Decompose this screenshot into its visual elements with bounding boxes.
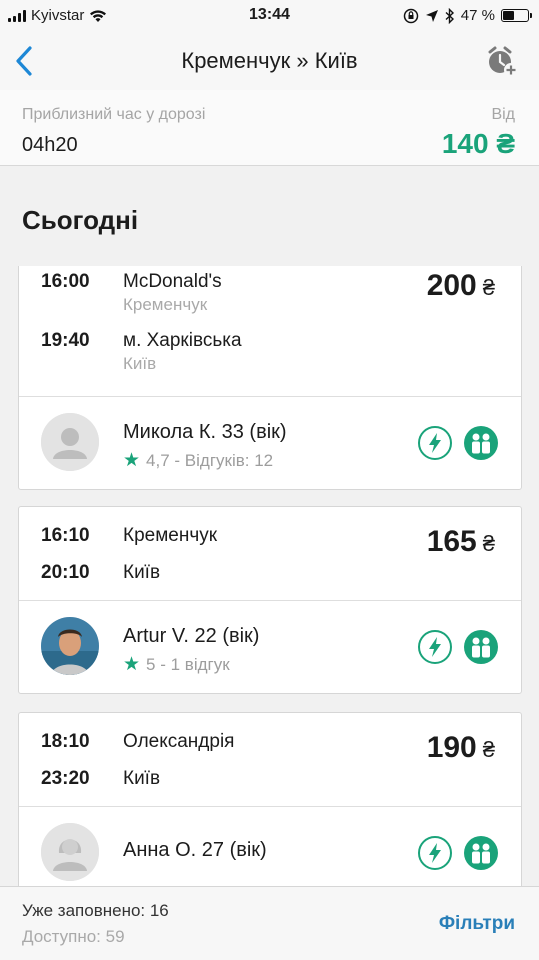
star-icon: ★: [123, 654, 141, 675]
price-value: 190: [426, 731, 477, 764]
driver-info[interactable]: Микола К. 33 (вік) ★ 4,7 - Відгуків: 12: [19, 397, 521, 489]
avatar: [41, 823, 99, 881]
user-photo: [41, 617, 99, 675]
passengers-icon: [464, 630, 498, 664]
trip-card[interactable]: 16:10 Кременчук 20:10 Київ 165 ₴ Artur V.…: [18, 506, 522, 694]
instant-booking-icon: [418, 630, 452, 664]
battery-icon: [501, 9, 532, 22]
status-right: 47 %: [403, 7, 532, 24]
alarm-add-icon: [488, 46, 518, 77]
seats-available-text: Доступно: 59: [22, 927, 125, 946]
page-title: Кременчук » Київ: [181, 48, 358, 73]
arrival-time: 19:40: [41, 330, 90, 351]
trip-summary: Приблизний час у дорозі 04h20 Від 140 ₴: [0, 90, 539, 166]
passengers-icon: [464, 836, 498, 870]
trip-price: 190 ₴: [427, 731, 495, 765]
trip-route: 16:00 McDonald's Кременчук 19:40 м. Харк…: [19, 266, 521, 397]
driver-name: Анна О. 27 (вік): [123, 839, 267, 861]
trip-price: 165 ₴: [427, 525, 495, 559]
instant-booking-icon: [418, 836, 452, 870]
section-title-today: Сьогодні: [22, 205, 139, 235]
avatar: [41, 617, 99, 675]
departure-place: Кременчук: [123, 525, 218, 546]
departure-time: 16:00: [41, 271, 90, 292]
arrival-time: 23:20: [41, 768, 90, 789]
arrival-place: Київ: [123, 768, 161, 789]
departure-city: Кременчук: [123, 295, 208, 314]
user-placeholder-icon: [41, 413, 99, 471]
bluetooth-icon: [445, 7, 454, 24]
footer-bar: Уже заповнено: 16 Доступно: 59 Фільтри: [0, 886, 539, 960]
driver-info[interactable]: Анна О. 27 (вік): [19, 807, 521, 886]
driver-rating: ★ 4,7 - Відгуків: 12: [123, 449, 273, 472]
passengers-icon: [464, 426, 498, 460]
arrival-city: Київ: [123, 354, 157, 373]
rating-text: 5 - 1 відгук: [146, 655, 230, 674]
currency-symbol: ₴: [482, 275, 495, 300]
price-value: 200: [426, 269, 477, 302]
status-bar: Kyivstar 13:44 47 %: [0, 0, 539, 32]
rotation-lock-icon: [403, 8, 419, 23]
user-placeholder-female-icon: [41, 823, 99, 881]
price-from-label: Від: [491, 106, 515, 123]
trip-list[interactable]: 16:00 McDonald's Кременчук 19:40 м. Харк…: [0, 266, 539, 886]
driver-name: Artur V. 22 (вік): [123, 625, 260, 647]
filters-button[interactable]: Фільтри: [439, 913, 515, 935]
currency-symbol: ₴: [482, 737, 495, 762]
arrival-time: 20:10: [41, 562, 90, 583]
rating-text: 4,7 - Відгуків: 12: [146, 451, 274, 470]
battery-percent: 47 %: [460, 7, 495, 24]
trip-card[interactable]: 16:00 McDonald's Кременчук 19:40 м. Харк…: [18, 266, 522, 490]
driver-info[interactable]: Artur V. 22 (вік) ★ 5 - 1 відгук: [19, 601, 521, 693]
arrival-place: Київ: [123, 562, 161, 583]
price-from-value: 140 ₴: [441, 128, 515, 159]
departure-time: 18:10: [41, 731, 90, 752]
driver-name: Микола К. 33 (вік): [123, 421, 287, 443]
currency-symbol: ₴: [482, 531, 495, 556]
driver-rating: ★ 5 - 1 відгук: [123, 653, 230, 676]
star-icon: ★: [123, 450, 141, 471]
departure-place: Олександрія: [123, 731, 235, 752]
trip-card[interactable]: 18:10 Олександрія 23:20 Київ 190 ₴ Анна О…: [18, 712, 522, 886]
add-alarm-button[interactable]: [485, 44, 519, 78]
price-value: 165: [426, 525, 477, 558]
trip-route: 18:10 Олександрія 23:20 Київ 190 ₴: [19, 713, 521, 807]
trip-price: 200 ₴: [427, 269, 495, 303]
travel-time-label: Приблизний час у дорозі: [22, 106, 206, 123]
departure-place: McDonald's: [123, 271, 222, 292]
nav-bar: Кременчук » Київ: [0, 32, 539, 90]
instant-booking-icon: [418, 426, 452, 460]
location-icon: [425, 9, 438, 22]
avatar: [41, 413, 99, 471]
trip-route: 16:10 Кременчук 20:10 Київ 165 ₴: [19, 507, 521, 601]
arrival-place: м. Харківська: [123, 330, 242, 351]
travel-time-value: 04h20: [22, 134, 78, 156]
departure-time: 16:10: [41, 525, 90, 546]
seats-filled-text: Уже заповнено: 16: [22, 901, 169, 920]
